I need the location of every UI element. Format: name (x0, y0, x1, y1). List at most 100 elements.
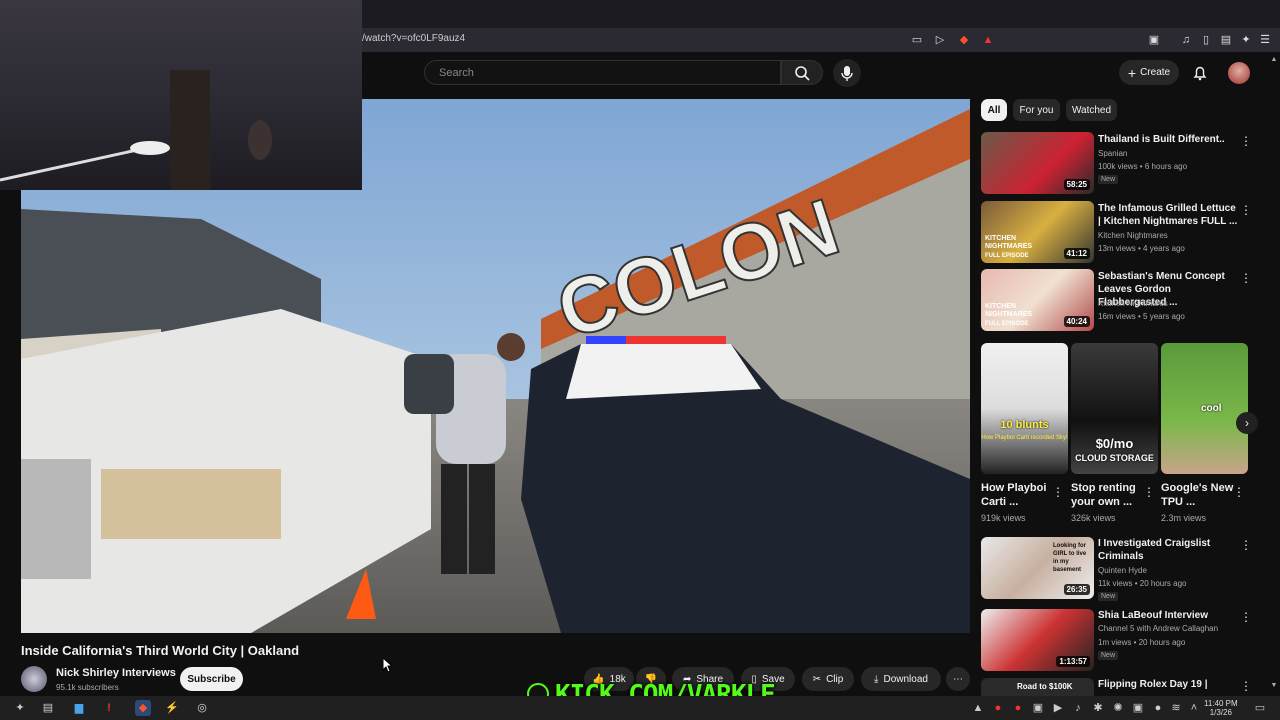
wallet-icon[interactable]: ▤ (1219, 33, 1233, 47)
more-vertical-icon[interactable]: ⋮ (1052, 486, 1064, 498)
lightning-icon[interactable]: ⚡ (164, 700, 180, 716)
mouse-cursor-icon (383, 658, 393, 673)
task-view-icon[interactable]: ▤ (40, 700, 56, 716)
rec-thumbnail[interactable]: KITCHEN NIGHTMARES FULL EPISODE 40:24 (981, 269, 1094, 331)
download-label: Download (883, 673, 928, 685)
rec-channel[interactable]: Quinten Hyde (1098, 564, 1147, 577)
tray-icon[interactable]: ● (990, 700, 1006, 716)
channel-name[interactable]: Nick Shirley Interviews (56, 667, 176, 679)
menu-icon[interactable]: ☰ (1258, 33, 1272, 47)
rec-thumbnail[interactable]: KITCHEN NIGHTMARES FULL EPISODE 41:12 (981, 201, 1094, 263)
page-scrollbar[interactable]: ▲ ▼ (1270, 56, 1278, 696)
voice-search-button[interactable] (833, 59, 861, 87)
video-title: Inside California's Third World City | O… (21, 643, 300, 658)
rec-channel[interactable]: Kitchen Nightmares (1098, 229, 1168, 242)
rec-title[interactable]: Thailand is Built Different.. (1098, 133, 1238, 146)
rec-channel[interactable]: Channel 5 with Andrew Callaghan (1098, 622, 1218, 635)
more-vertical-icon[interactable]: ⋮ (1240, 272, 1252, 284)
clock-date: 1/3/26 (1209, 708, 1232, 717)
short-views: 919k views (981, 513, 1026, 523)
music-icon[interactable]: ♫ (1179, 33, 1193, 47)
file-explorer-icon[interactable]: ▆ (71, 700, 87, 716)
short-overlay-text: 10 blunts (1000, 419, 1049, 431)
leo-icon[interactable]: ✦ (1239, 33, 1253, 47)
short-thumbnail[interactable]: $0/mo CLOUD STORAGE (1071, 343, 1158, 474)
short-thumbnail[interactable]: 10 blunts How Playboi Carti recorded Sky… (981, 343, 1068, 474)
more-vertical-icon[interactable]: ⋮ (1143, 486, 1155, 498)
wifi-icon[interactable]: ≋ (1168, 700, 1184, 716)
rec-channel[interactable]: Kitchen Nightmares (1098, 297, 1168, 310)
screen-icon[interactable]: ▭ (910, 33, 924, 47)
more-vertical-icon[interactable]: ⋮ (1240, 539, 1252, 551)
notifications-button[interactable] (1191, 64, 1209, 82)
chevron-up-icon[interactable]: ˄ (1186, 700, 1202, 716)
search-input[interactable]: Search (424, 60, 781, 85)
chip-watched[interactable]: Watched (1066, 99, 1117, 121)
rec-title[interactable]: The Infamous Grilled Lettuce | Kitchen N… (1098, 202, 1238, 228)
new-badge: New (1098, 651, 1119, 660)
start-icon[interactable]: ✦ (12, 700, 28, 716)
create-button[interactable]: + Create (1119, 60, 1179, 85)
account-avatar[interactable] (1228, 62, 1250, 84)
subscribe-button[interactable]: Subscribe (180, 667, 243, 691)
rec-title[interactable]: Shia LaBeouf Interview (1098, 609, 1238, 622)
scroll-up-icon[interactable]: ▲ (1270, 56, 1278, 66)
extensions-icon[interactable]: ▣ (1147, 33, 1161, 47)
address-bar[interactable]: /watch?v=ofc0LF9auz4 (362, 33, 465, 44)
more-vertical-icon[interactable]: ⋮ (1233, 486, 1245, 498)
chip-all[interactable]: All (981, 99, 1007, 121)
tray-icon[interactable]: ▣ (1030, 700, 1046, 716)
rec-title[interactable]: I Investigated Craigslist Criminals (1098, 537, 1238, 563)
clip-button[interactable]: ✂ Clip (802, 667, 854, 691)
clock-time: 11:40 PM (1204, 699, 1238, 708)
volume-icon[interactable]: ♪ (1070, 700, 1086, 716)
rec-meta: 16m views • 5 years ago (1098, 312, 1185, 321)
settings-icon[interactable]: ✺ (1110, 700, 1126, 716)
tray-icon[interactable]: ▲ (970, 700, 986, 716)
chevron-right-icon[interactable]: › (1236, 412, 1258, 434)
rewards-icon[interactable]: ▲ (981, 33, 995, 47)
short-title[interactable]: Google's New TPU ... (1161, 481, 1241, 509)
new-badge: New (1098, 175, 1119, 184)
more-vertical-icon[interactable]: ⋮ (1240, 680, 1252, 692)
rec-title[interactable]: Flipping Rolex Day 19 | Turning (1098, 678, 1238, 692)
short-overlay-text: $0/mo (1095, 436, 1134, 451)
more-vertical-icon[interactable]: ⋮ (1240, 611, 1252, 623)
search-button[interactable] (781, 60, 823, 85)
thumb-text: KITCHEN NIGHTMARES (985, 303, 1033, 318)
rec-thumbnail[interactable]: 58:25 (981, 132, 1094, 194)
duration-badge: 41:12 (1063, 248, 1090, 259)
short-title[interactable]: How Playboi Carti ... (981, 481, 1061, 509)
rec-thumbnail[interactable]: 1:13:57 (981, 609, 1094, 671)
duration-badge: 58:25 (1063, 179, 1090, 190)
notification-center-icon[interactable]: ▭ (1252, 700, 1268, 716)
scroll-down-icon[interactable]: ▼ (1270, 682, 1278, 692)
brave-shield-icon[interactable]: ◆ (957, 33, 971, 47)
rec-channel[interactable]: Spanian (1098, 147, 1127, 160)
tray-icon[interactable]: ▣ (1130, 700, 1146, 716)
brave-browser-icon[interactable]: ◆ (135, 700, 151, 716)
more-vertical-icon[interactable]: ⋮ (1240, 135, 1252, 147)
sidebar-icon[interactable]: ▯ (1199, 33, 1213, 47)
short-title[interactable]: Stop renting your own ... (1071, 481, 1151, 509)
bluetooth-icon[interactable]: ✱ (1090, 700, 1106, 716)
more-actions-button[interactable]: ⋯ (946, 667, 970, 691)
play-icon[interactable]: ▶ (1050, 700, 1066, 716)
channel-avatar[interactable] (21, 666, 47, 692)
cast-icon[interactable]: ▷ (933, 33, 947, 47)
more-vertical-icon[interactable]: ⋮ (1240, 204, 1252, 216)
microphone-icon[interactable]: ● (1150, 700, 1166, 716)
system-clock[interactable]: 11:40 PM 1/3/26 (1204, 699, 1238, 717)
obs-icon[interactable]: ◎ (194, 700, 210, 716)
app-icon[interactable]: ! (101, 700, 117, 716)
rec-meta: 13m views • 4 years ago (1098, 244, 1185, 253)
download-button[interactable]: ⤓ Download (861, 667, 941, 691)
rec-thumbnail[interactable]: Looking for GIRL to live in my basement … (981, 537, 1094, 599)
clip-label: Clip (826, 673, 844, 685)
chip-for-you[interactable]: For you (1013, 99, 1060, 121)
short-thumbnail[interactable]: cool (1161, 343, 1248, 474)
rec-thumbnail[interactable]: Road to $100K (981, 678, 1094, 696)
short-overlay-text: cool (1201, 403, 1222, 414)
create-label: Create (1140, 67, 1171, 78)
record-icon[interactable]: ● (1010, 700, 1026, 716)
